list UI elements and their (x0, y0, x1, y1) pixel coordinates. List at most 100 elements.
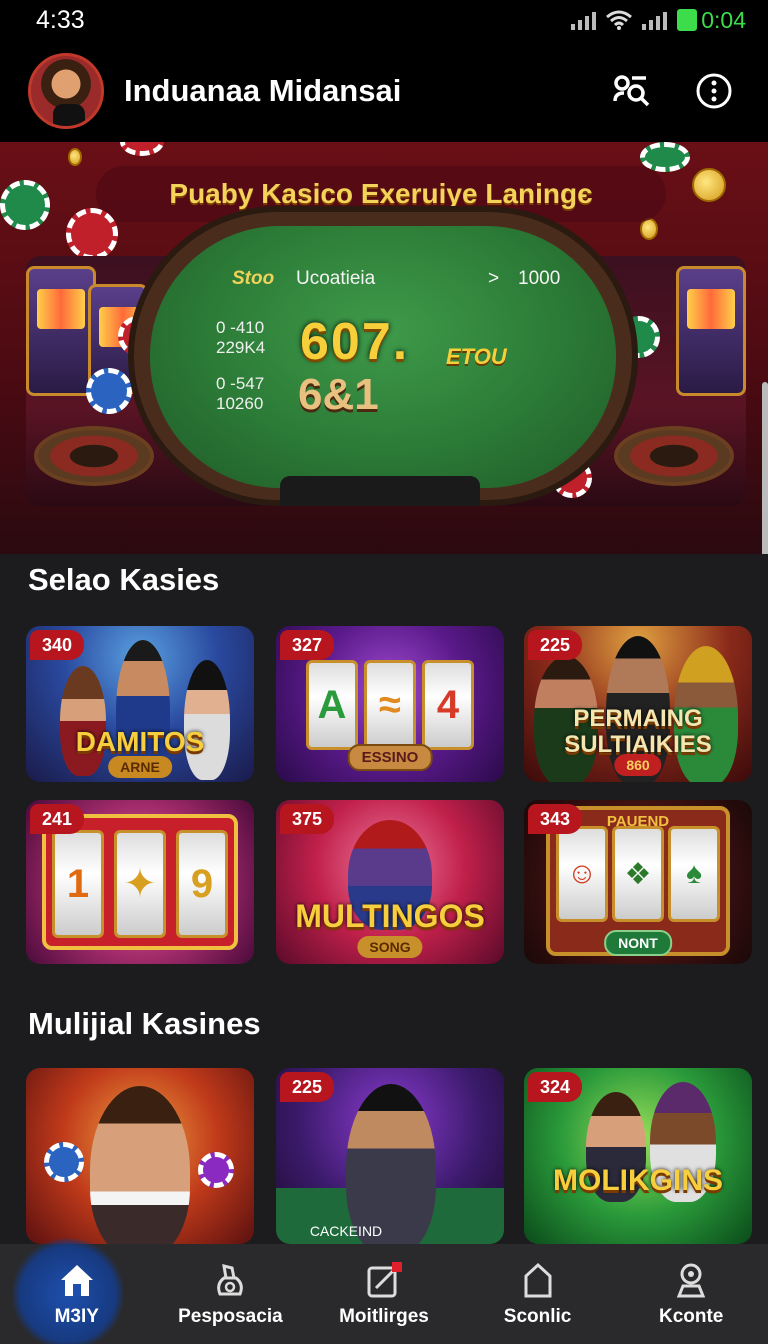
slot-reel: 4 (422, 660, 474, 750)
stat-top-1: 0 -410 (216, 318, 265, 337)
big-score-tag: ETOU (446, 344, 507, 369)
battery-text: 0:04 (701, 6, 746, 33)
game-card[interactable]: 375 MULTINGOS SONG (276, 800, 504, 964)
card-logo: MULTINGOS (295, 898, 485, 934)
status-icons: 0:04 (571, 7, 746, 34)
nav-item-profile[interactable]: Kconte (614, 1244, 768, 1344)
card-badge: 327 (280, 630, 334, 660)
nav-label: M3IY (54, 1306, 99, 1327)
battery-indicator: 0:04 (677, 7, 746, 34)
slot-machine-decoration (26, 266, 96, 396)
stat-block-bottom: 0 -547 10260 (216, 374, 264, 414)
slot-reel: ✦ (114, 830, 166, 938)
roulette-decoration (614, 426, 734, 486)
stat-top-2: 229K4 (216, 338, 266, 357)
card-subtitle: ESSINO (347, 744, 433, 771)
nav-item-house[interactable]: Sconlic (461, 1244, 615, 1344)
slot-reel: ♠ (668, 826, 720, 922)
slot-reel: A (306, 660, 358, 750)
slot-machine-decoration (676, 266, 746, 396)
character-image (90, 1086, 190, 1244)
roulette-decoration (34, 426, 154, 486)
stat-block-top: 0 -410 229K4 (216, 318, 265, 358)
card-logo: PERMAING SULTIAIKIES (564, 705, 712, 758)
card-logo: DAMITOS (75, 726, 205, 757)
game-card[interactable]: 225 CACKEIND (276, 1068, 504, 1244)
card-badge: 324 (528, 1072, 582, 1102)
table-rail-decoration (280, 476, 480, 506)
hero-scrollbar[interactable] (762, 382, 768, 554)
chevron-right-icon[interactable]: > (488, 268, 499, 290)
section-title-2: Mulijial Kasines (28, 1006, 261, 1041)
home-icon (60, 1265, 93, 1296)
table-label: Stoo (232, 268, 275, 289)
header-title: Induanaa Midansai (124, 73, 402, 108)
section-title-1: Selao Kasies (28, 562, 220, 597)
nav-item-edit[interactable]: Moitlirges (307, 1244, 461, 1344)
card-subtitle: CACKEIND (309, 1223, 383, 1239)
battery-icon (677, 9, 698, 31)
profile-icon (676, 1263, 706, 1298)
character-image (184, 660, 230, 780)
chip-decoration (0, 180, 50, 230)
chip-decoration (44, 1142, 84, 1182)
card-subtitle: NONT (604, 930, 672, 956)
game-card[interactable]: 340 DAMITOS ARNE (26, 626, 254, 782)
more-vertical-icon (696, 73, 732, 109)
card-top-label: PAUEND (606, 813, 670, 830)
wifi-icon (606, 10, 633, 30)
card-subtitle: 860 (614, 754, 662, 776)
status-time: 4:33 (36, 5, 85, 34)
chip-decoration (86, 368, 132, 414)
game-card[interactable]: A ≈ 4 327 ESSINO (276, 626, 504, 782)
chip-decoration (120, 142, 164, 156)
card-badge: 241 (30, 804, 84, 834)
chip-decoration (198, 1152, 234, 1188)
card-badge: 340 (30, 630, 84, 660)
slot-reel: ☺ (556, 826, 608, 922)
app-header: Induanaa Midansai (0, 40, 768, 142)
card-subtitle: ARNE (108, 756, 172, 778)
status-bar: 4:33 0:04 (0, 0, 768, 40)
card-logo: MOLIKGINS (553, 1164, 723, 1197)
stat-bottom-1: 0 -547 (216, 374, 265, 393)
slot-reel: ≈ (364, 660, 416, 750)
game-card[interactable]: 324 MOLIKGINS (524, 1068, 752, 1244)
bag-icon (217, 1263, 244, 1296)
signal-icon (571, 10, 597, 30)
game-card[interactable]: 1 ✦ 9 241 (26, 800, 254, 964)
nav-item-home[interactable]: M3IY (0, 1238, 154, 1344)
more-options-button[interactable] (688, 65, 740, 117)
slot-reel: 9 (176, 830, 228, 938)
avatar[interactable] (28, 53, 104, 129)
game-card[interactable] (26, 1068, 254, 1244)
secondary-score: 6&1 (298, 370, 379, 419)
bottom-navigation: M3IY Pesposacia Moitlirges Sconlic Kcont… (0, 1238, 768, 1344)
table-amount: 1000 (518, 268, 561, 289)
card-badge: 375 (280, 804, 334, 834)
signal-icon-2 (642, 10, 668, 30)
search-user-button[interactable] (606, 65, 658, 117)
big-score: 607. (300, 313, 410, 371)
edit-icon (367, 1262, 402, 1298)
table-player-name: Ucoatieia (296, 268, 376, 289)
house-outline-icon (524, 1262, 552, 1298)
stat-bottom-2: 10260 (216, 394, 264, 413)
character-image (60, 666, 106, 776)
nav-label: Moitlirges (339, 1306, 429, 1327)
coin-decoration (68, 148, 82, 166)
card-subtitle: SONG (357, 936, 423, 958)
slot-reel: 1 (52, 830, 104, 938)
game-card[interactable]: 225 PERMAING SULTIAIKIES 860 (524, 626, 752, 782)
game-card[interactable]: ☺ ❖ ♠ PAUEND 343 NONT (524, 800, 752, 964)
coin-decoration (692, 168, 726, 202)
card-badge: 225 (528, 630, 582, 660)
card-badge: 343 (528, 804, 582, 834)
chip-decoration (66, 208, 118, 260)
nav-label: Kconte (658, 1306, 724, 1327)
nav-item-bag[interactable]: Pesposacia (154, 1244, 308, 1344)
card-badge: 225 (280, 1072, 334, 1102)
search-user-icon (613, 75, 650, 107)
slot-reel: ❖ (612, 826, 664, 922)
nav-label: Pesposacia (178, 1306, 283, 1327)
